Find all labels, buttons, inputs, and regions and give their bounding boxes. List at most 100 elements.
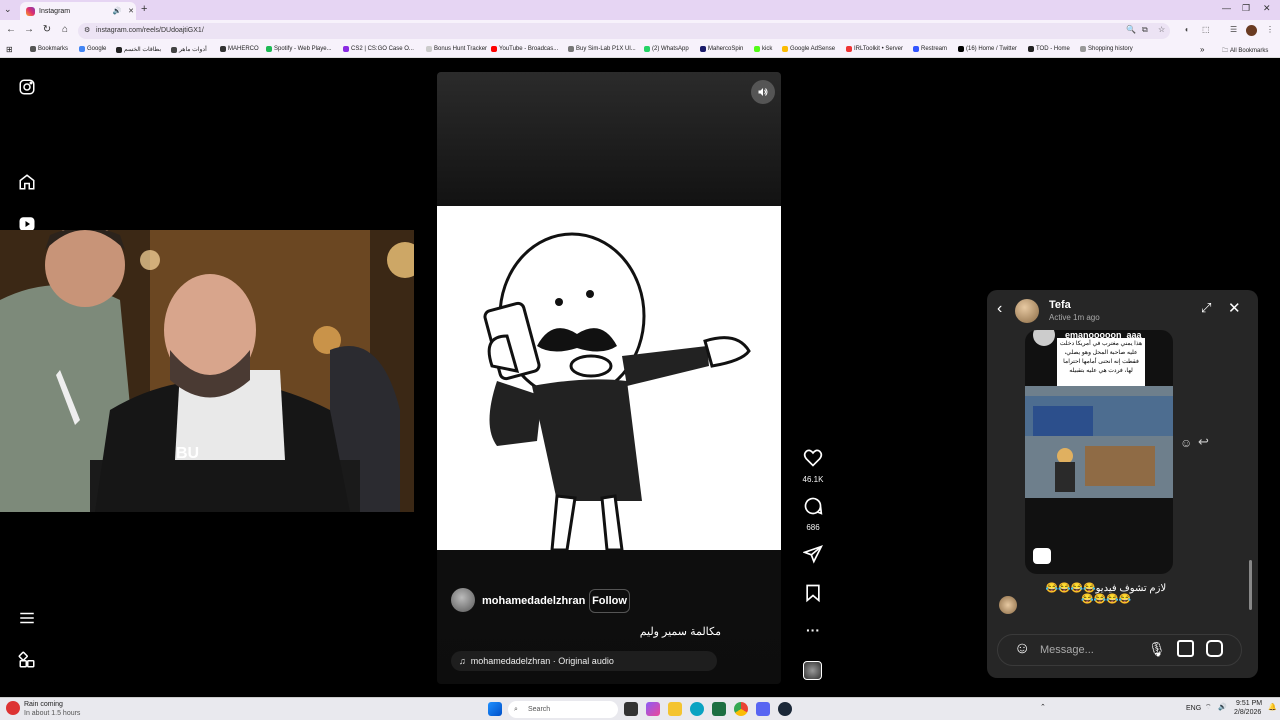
all-bookmarks[interactable]: 🗀 All Bookmarks — [1222, 46, 1268, 56]
shared-reel-message[interactable]: emanooooon_aaa هذا يمني مغترب في أمريكا … — [1025, 330, 1173, 574]
bookmark-favicon-icon — [644, 46, 650, 52]
notification-bell-icon[interactable]: 🔔 — [1268, 703, 1277, 711]
bookmark-item[interactable]: Buy Sim-Lab P1X Ul... — [568, 46, 636, 52]
expand-icon[interactable]: ⤢ — [1201, 300, 1211, 316]
media-control-icon[interactable]: ☰ — [1230, 25, 1237, 34]
minimize-button[interactable]: — — [1222, 3, 1231, 13]
tab-instagram[interactable]: Instagram 🔊 ✕ — [20, 2, 136, 20]
profile-avatar[interactable] — [1246, 25, 1257, 36]
bookmark-item[interactable]: أدوات ماهر — [171, 46, 207, 53]
emoji-icon[interactable]: ☺ — [1014, 640, 1030, 658]
bookmark-item[interactable]: IRLToolkit • Server — [846, 46, 903, 52]
sticker-icon[interactable] — [1206, 640, 1223, 657]
network-icon[interactable]: ⌔ — [1205, 703, 1212, 712]
shared-reel-avatar — [1033, 330, 1055, 346]
menu-icon[interactable]: ⋮ — [1266, 25, 1274, 34]
chrome-icon[interactable] — [734, 702, 748, 716]
bookmark-item[interactable]: Restream — [913, 46, 947, 52]
image-icon[interactable] — [1177, 640, 1194, 657]
home-icon[interactable] — [17, 172, 37, 192]
more-bookmarks-icon[interactable]: » — [1200, 45, 1204, 54]
chat-avatar[interactable] — [1015, 299, 1039, 323]
copilot-icon[interactable] — [646, 702, 660, 716]
instagram-logo-icon[interactable] — [17, 77, 37, 97]
share-button[interactable] — [800, 544, 826, 569]
bookmark-item[interactable]: TOD - Home — [1028, 46, 1070, 52]
more-menu-icon[interactable] — [17, 608, 37, 628]
weather-icon[interactable] — [6, 701, 20, 715]
chat-scrollbar[interactable] — [1249, 560, 1252, 610]
sender-avatar[interactable] — [999, 596, 1017, 614]
comment-icon — [804, 497, 823, 515]
restore-button[interactable]: ❐ — [1242, 3, 1250, 14]
audio-playing-icon[interactable]: 🔊 — [112, 7, 122, 15]
tab-search-icon[interactable]: ⌄ — [4, 4, 12, 15]
volume-button[interactable] — [751, 80, 775, 104]
bookmark-item[interactable]: Shopping history — [1080, 46, 1133, 52]
explorer-icon[interactable] — [668, 702, 682, 716]
bookmark-item[interactable]: (2) WhatsApp — [644, 46, 689, 52]
back-chevron-icon[interactable]: ‹ — [997, 300, 1002, 318]
bookmark-item[interactable]: (16) Home / Twitter — [958, 46, 1017, 52]
bookmark-item[interactable]: Bonus Hunt Tracker — [426, 46, 487, 52]
author-avatar[interactable] — [451, 588, 475, 612]
bookmark-item[interactable]: Google AdSense — [782, 46, 835, 52]
bookmark-item[interactable]: Spotify - Web Playe... — [266, 46, 332, 52]
message-input[interactable] — [1040, 643, 1140, 657]
like-button[interactable]: 46.1K — [800, 448, 826, 484]
weather-title[interactable]: Rain coming — [24, 701, 63, 708]
bookmark-item[interactable]: YouTube - Broadcas... — [491, 46, 558, 52]
volume-tray-icon[interactable]: 🔊 — [1218, 703, 1227, 711]
bookmark-label: Buy Sim-Lab P1X Ul... — [576, 46, 636, 52]
home-button[interactable]: ⌂ — [58, 24, 72, 35]
discord-icon[interactable] — [756, 702, 770, 716]
microphone-icon[interactable]: 🎙 — [1148, 641, 1166, 658]
bookmark-item[interactable]: CS2 | CS:GO Case O... — [343, 46, 414, 52]
clock-time[interactable]: 9:51 PM — [1236, 700, 1262, 707]
language-indicator[interactable]: ENG — [1186, 705, 1201, 712]
chat-contact-name[interactable]: Tefa — [1049, 299, 1071, 311]
new-tab-button[interactable]: + — [141, 3, 147, 15]
reel-player[interactable]: mohamedadelzhran Follow مكالمة سمير وليم… — [437, 72, 781, 684]
save-button[interactable] — [800, 583, 826, 608]
extensions-icon[interactable]: ⬚ — [1202, 25, 1210, 34]
bookmark-favicon-icon — [116, 46, 122, 53]
bookmark-star-icon[interactable]: ☆ — [1158, 25, 1165, 34]
taskview-icon[interactable] — [624, 702, 638, 716]
audio-link[interactable]: ♫ mohamedadelzhran · Original audio — [451, 651, 717, 671]
bookmark-item[interactable]: Bookmarks — [30, 46, 68, 52]
bookmark-item[interactable]: MAHERCO — [220, 46, 259, 52]
zoom-icon[interactable]: 🔍 — [1126, 25, 1136, 34]
react-icon[interactable]: ☺ — [1180, 436, 1192, 450]
address-bar[interactable]: ⚙ instagram.com/reels/DUdoajtiGX1/ — [78, 23, 1170, 39]
edge-icon[interactable] — [690, 702, 704, 716]
clock-date[interactable]: 2/8/2026 — [1234, 709, 1261, 716]
follow-button[interactable]: Follow — [589, 589, 630, 613]
reply-icon[interactable]: ↩ — [1198, 434, 1209, 450]
bookmark-item[interactable]: بطاقات الخسم — [116, 46, 161, 53]
taskbar-search[interactable]: ⌕ Search — [508, 701, 618, 718]
reload-button[interactable]: ↻ — [40, 24, 54, 35]
close-window-button[interactable]: ✕ — [1263, 3, 1271, 14]
forward-button[interactable]: → — [22, 24, 36, 35]
excel-icon[interactable] — [712, 702, 726, 716]
bookmark-item[interactable]: Google — [79, 46, 106, 52]
back-button[interactable]: ← — [4, 24, 18, 35]
bookmark-item[interactable]: MahercoSpin — [700, 46, 743, 52]
close-chat-icon[interactable]: ✕ — [1228, 299, 1241, 317]
start-button-icon[interactable] — [488, 702, 502, 716]
site-info-icon[interactable]: ⚙ — [84, 23, 90, 39]
read-aloud-icon[interactable]: ◖ — [1184, 25, 1189, 34]
author-name[interactable]: mohamedadelzhran — [482, 595, 585, 607]
reel-video-frame[interactable] — [437, 206, 781, 550]
apps-grid-icon[interactable]: ⊞ — [6, 45, 13, 54]
tab-close-icon[interactable]: ✕ — [126, 7, 136, 15]
install-app-icon[interactable]: ⧉ — [1142, 25, 1148, 35]
steam-icon[interactable] — [778, 702, 792, 716]
more-options-button[interactable]: ··· — [800, 622, 826, 638]
tray-overflow-icon[interactable]: ⌃ — [1040, 703, 1046, 711]
also-from-meta-icon[interactable] — [17, 650, 37, 670]
bookmark-item[interactable]: kick — [754, 46, 772, 52]
comment-button[interactable]: 686 — [800, 496, 826, 532]
bookmark-favicon-icon — [79, 46, 85, 52]
